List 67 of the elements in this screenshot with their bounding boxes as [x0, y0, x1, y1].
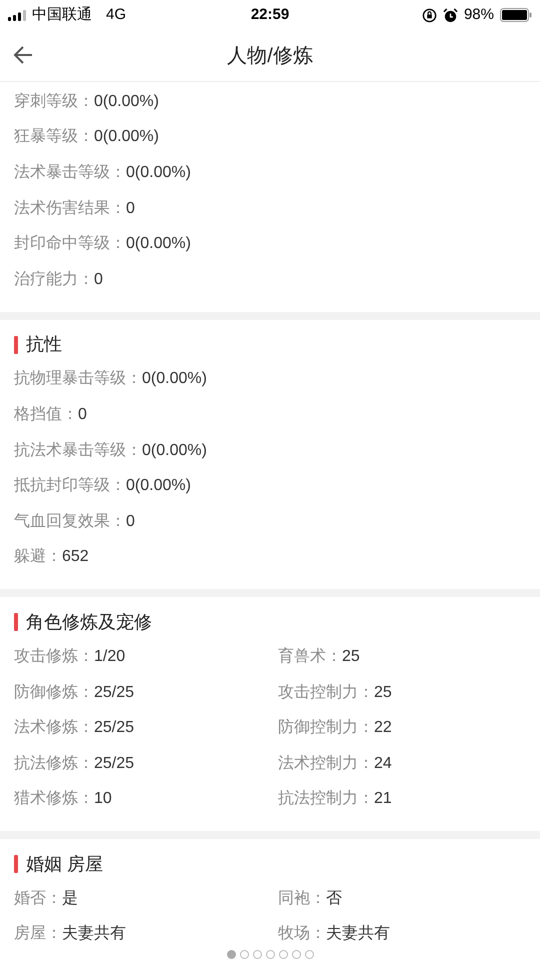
field-value: 25/25: [94, 718, 134, 738]
field-label: 躲避：: [14, 547, 62, 568]
field-label: 房屋：: [14, 924, 62, 944]
field-label: 攻击控制力：: [278, 682, 374, 703]
field-value: 0: [78, 404, 87, 425]
field-label: 抵抗封印等级：: [14, 476, 126, 496]
field-value: 24: [374, 754, 392, 774]
field-label: 法术暴击等级：: [14, 162, 126, 183]
field-value: 21: [374, 789, 392, 810]
field-label: 穿刺等级：: [14, 92, 94, 112]
field-value: 夫妻共有: [62, 924, 126, 944]
field-label: 狂暴等级：: [14, 127, 94, 148]
field-value: 25: [374, 682, 392, 703]
section-title: 婚姻 房屋: [26, 852, 104, 876]
field-label: 育兽术：: [278, 646, 342, 667]
field-value: 1/20: [94, 646, 126, 667]
battery-percent: 98%: [464, 4, 494, 25]
field-value: 0: [126, 512, 135, 532]
field-value: 0(0.00%): [126, 234, 191, 254]
field-value: 0(0.00%): [142, 369, 207, 390]
field-value: 0: [126, 198, 135, 219]
field-value: 0(0.00%): [94, 92, 159, 112]
page-title: 人物/修炼: [227, 44, 313, 68]
field-value: 0(0.00%): [126, 162, 191, 183]
field-value: 是: [62, 888, 78, 909]
field-label: 防御控制力：: [278, 718, 374, 738]
section-title: 抗性: [26, 333, 62, 356]
field-label: 法术伤害结果：: [14, 198, 126, 219]
field-label: 封印命中等级：: [14, 234, 126, 254]
alarm-icon: [442, 8, 458, 22]
field-label: 抗物理暴击等级：: [14, 369, 142, 390]
field-value: 0(0.00%): [142, 440, 207, 461]
field-label: 牧场：: [278, 924, 326, 944]
field-value: 0(0.00%): [94, 127, 159, 148]
clock-time: 22:59: [250, 4, 290, 25]
carrier-name: 中国联通: [32, 4, 92, 25]
field-label: 防御修炼：: [14, 682, 94, 703]
field-label: 抗法术暴击等级：: [14, 440, 142, 461]
field-label: 猎术修炼：: [14, 789, 94, 810]
signal-icon: [8, 10, 28, 20]
field-label: 格挡值：: [14, 404, 78, 425]
accent-bar: [14, 613, 18, 632]
network-type: 4G: [106, 4, 126, 25]
field-value: 25: [342, 646, 360, 667]
accent-bar: [14, 855, 18, 874]
field-label: 法术修炼：: [14, 718, 94, 738]
field-value: 25/25: [94, 682, 134, 703]
field-value: 10: [94, 789, 112, 810]
field-label: 气血回复效果：: [14, 512, 126, 532]
rotation-lock-icon: [422, 8, 437, 22]
field-label: 攻击修炼：: [14, 646, 94, 667]
section-title: 角色修炼及宠修: [26, 610, 152, 634]
field-label: 法术控制力：: [278, 754, 374, 774]
field-value: 652: [62, 547, 89, 568]
field-label: 抗法修炼：: [14, 754, 94, 774]
field-value: 22: [374, 718, 392, 738]
field-label: 治疗能力：: [14, 270, 94, 290]
field-value: 0(0.00%): [126, 476, 191, 496]
field-label: 同袍：: [278, 888, 326, 909]
field-value: 0: [94, 270, 103, 290]
accent-bar: [14, 336, 18, 354]
field-label: 抗法控制力：: [278, 789, 374, 810]
field-value: 25/25: [94, 754, 134, 774]
field-label: 婚否：: [14, 888, 62, 909]
field-value: 夫妻共有: [326, 924, 390, 944]
field-value: 否: [326, 888, 342, 909]
battery-icon: [500, 8, 532, 22]
